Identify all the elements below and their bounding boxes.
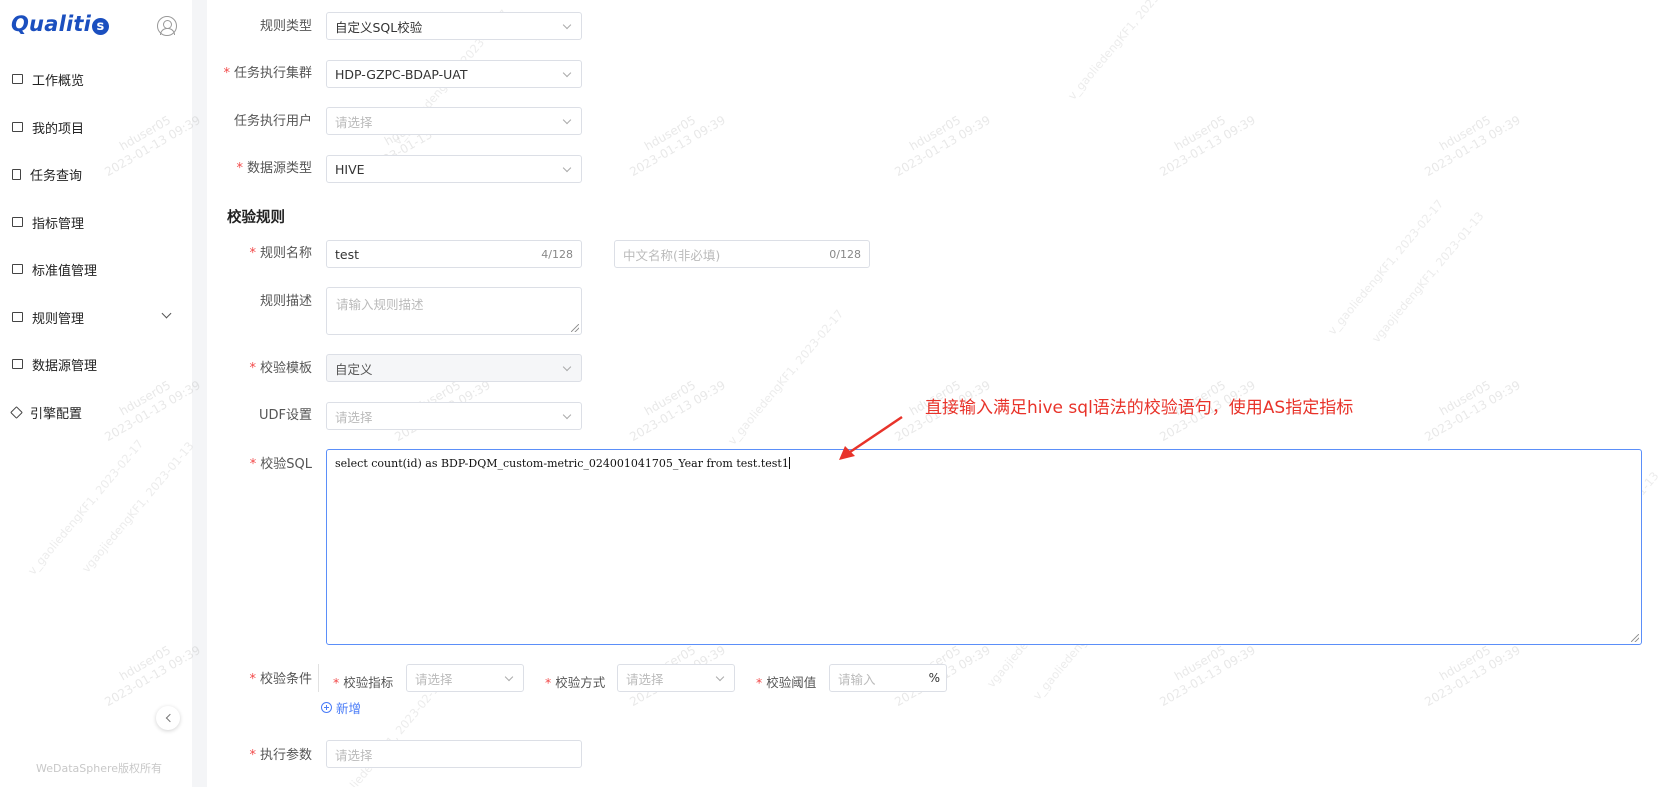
collapse-sidebar-button[interactable] [156,706,180,730]
plus-circle-icon [321,702,332,713]
monitor-icon [12,74,23,84]
cn-name-input[interactable]: 中文名称(非必填) 0/128 [614,240,870,268]
section-title: 校验规则 [227,210,285,226]
rule-desc-label: 规则描述 [259,294,312,309]
sidebar-item-metrics[interactable]: 指标管理 [12,212,182,232]
sidebar-item-label: 规则管理 [32,311,85,327]
metric-select[interactable]: 请选择 [406,664,524,692]
rule-desc-textarea[interactable]: 请输入规则描述 [326,287,582,335]
chevron-down-icon [562,68,572,78]
template-label: * 校验模板 [249,361,312,376]
rule-name-input[interactable]: test 4/128 [326,240,582,268]
resize-handle-icon[interactable] [1631,634,1639,642]
database-icon [12,359,23,369]
rule-type-select[interactable]: 自定义SQL校验 [326,12,582,40]
sidebar-item-task-query[interactable]: 任务查询 [12,164,182,184]
exec-user-select[interactable]: 请选择 [326,107,582,135]
watermark: hduser052023-01-13 09:39 [1422,377,1523,445]
user-avatar-icon[interactable] [157,16,177,36]
exec-user-label: 任务执行用户 [233,114,312,129]
copyright: WeDataSphere版权所有 [36,762,163,775]
add-condition-button[interactable]: 新增 [321,698,361,717]
condition-label: * 校验条件 [249,672,312,687]
watermark: vgaojiedengKF1, 2023-01-13 [1368,209,1487,346]
sql-text: select count(id) as BDP-DQM_custom-metri… [335,457,789,470]
watermark: v_gaoliedengKF1, 2023-02-17 [1064,0,1187,103]
chevron-down-icon [504,672,514,682]
metric-label: * 校验指标 [333,675,394,690]
sidebar-item-label: 指标管理 [32,216,85,232]
rule-name-label: * 规则名称 [249,246,312,261]
sidebar-item-projects[interactable]: 我的项目 [12,117,182,137]
list-icon [12,264,23,274]
watermark: v_gaoliedengKF1, 2023-02-17 [324,676,447,787]
folder-icon [12,122,23,132]
exec-params-select[interactable]: 请选择 [326,740,582,768]
annotation-text: 直接输入满足hive sql语法的校验语句，使用AS指定指标 [925,398,1354,418]
sidebar-item-label: 任务查询 [30,168,83,184]
datasource-type-label: * 数据源类型 [236,161,312,176]
sidebar: Qualiti s 工作概览 我的项目 任务查询 指标管理 标准值管理 规则管理 … [0,0,192,787]
percent-suffix: % [928,671,940,685]
sidebar-item-label: 数据源管理 [32,358,98,374]
chevron-down-icon [562,20,572,30]
condition-divider [318,664,319,692]
sidebar-item-overview[interactable]: 工作概览 [12,69,182,89]
app-logo[interactable]: Qualiti s [11,12,110,36]
text-caret [788,457,790,469]
char-counter: 0/128 [829,248,861,261]
chevron-down-icon [562,410,572,420]
watermark: v_gaoliedengKF1, 2023-02-17 [724,306,847,448]
sidebar-item-label: 标准值管理 [32,263,98,279]
sidebar-item-standard-values[interactable]: 标准值管理 [12,259,182,279]
watermark: hduser052023-01-13 09:39 [1157,112,1258,180]
sidebar-item-label: 我的项目 [32,121,85,137]
method-label: * 校验方式 [545,675,606,690]
sidebar-item-label: 引擎配置 [30,406,83,422]
cluster-label: * 任务执行集群 [223,66,312,81]
udf-select[interactable]: 请选择 [326,402,582,430]
watermark: hduser052023-01-13 09:39 [1422,112,1523,180]
char-counter: 4/128 [541,248,573,261]
logo-badge: s [92,18,110,35]
cluster-select[interactable]: HDP-GZPC-BDAP-UAT [326,60,582,88]
resize-handle-icon[interactable] [571,324,579,332]
chevron-down-icon [562,362,572,372]
watermark: hduser052023-01-13 09:39 [627,377,728,445]
sidebar-item-datasources[interactable]: 数据源管理 [12,354,182,374]
sidebar-item-engine-config[interactable]: 引擎配置 [10,402,182,422]
sql-editor[interactable]: select count(id) as BDP-DQM_custom-metri… [326,449,1642,645]
template-select[interactable]: 自定义 [326,354,582,382]
chart-icon [12,217,23,227]
rule-type-label: 规则类型 [259,19,312,34]
document-icon [12,168,21,180]
udf-label: UDF设置 [258,408,312,423]
grid-icon [12,312,23,322]
chevron-down-icon [562,163,572,173]
chevron-down-icon [715,672,725,682]
sidebar-item-label: 工作概览 [32,73,85,89]
threshold-input[interactable]: 请输入 % [829,664,947,692]
watermark: hduser052023-01-13 09:39 [892,112,993,180]
layers-icon [10,405,23,419]
watermark: hduser052023-01-13 09:39 [627,112,728,180]
method-select[interactable]: 请选择 [617,664,735,692]
threshold-label: * 校验阈值 [756,675,817,690]
sql-label: * 校验SQL [249,457,312,472]
chevron-down-icon [161,308,172,319]
annotation-arrow-icon [839,415,903,460]
chevron-down-icon [562,115,572,125]
datasource-type-select[interactable]: HIVE [326,155,582,183]
sidebar-item-rules[interactable]: 规则管理 [12,307,182,327]
exec-params-label: * 执行参数 [249,748,312,763]
watermark: v_gaoliedengKF1, 2023-02-17 [1324,196,1447,338]
